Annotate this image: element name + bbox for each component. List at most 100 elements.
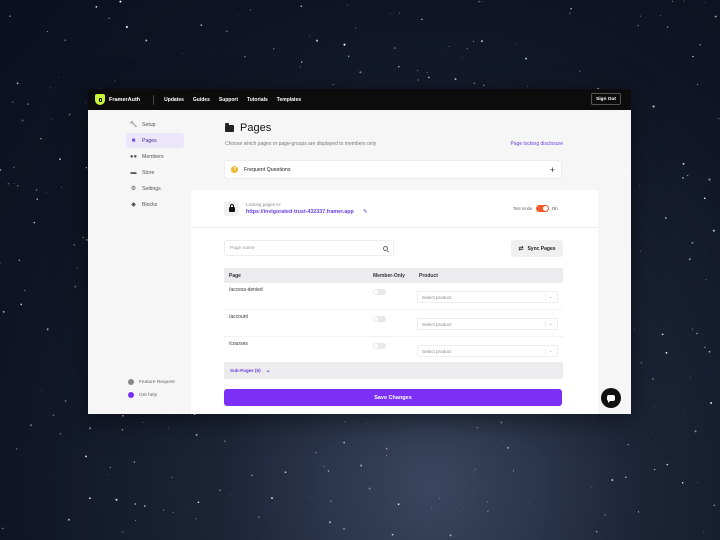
star — [64, 39, 67, 42]
star — [689, 377, 691, 379]
pencil-icon[interactable]: ✎ — [363, 209, 368, 215]
test-mode-toggle[interactable] — [536, 205, 549, 212]
star — [219, 489, 221, 491]
star — [708, 178, 711, 181]
star — [114, 80, 116, 82]
brand[interactable]: FramerAuth — [95, 94, 140, 105]
star — [664, 216, 667, 219]
star — [568, 73, 570, 75]
member-only-toggle[interactable] — [373, 316, 386, 322]
star — [692, 55, 694, 58]
star — [59, 158, 61, 161]
store-icon: ▬ — [130, 169, 137, 176]
sidebar-item-blocks[interactable]: ◆ Blocks — [126, 197, 184, 212]
search-input[interactable]: Page name — [230, 246, 383, 251]
star — [390, 12, 392, 14]
star — [121, 429, 124, 431]
star — [691, 241, 694, 244]
sidebar-item-label: Blocks — [142, 201, 158, 208]
star — [142, 421, 144, 423]
star — [300, 61, 303, 63]
star — [171, 476, 173, 479]
sidebar-item-settings[interactable]: ⚙ Settings — [126, 181, 184, 196]
chevron-down-icon: ⌄ — [265, 368, 271, 374]
test-mode-label: Test mode — [513, 206, 533, 211]
sidebar-item-members[interactable]: ●● Members — [126, 149, 184, 164]
star — [122, 531, 124, 533]
star — [478, 0, 480, 3]
page-path: /account — [229, 314, 248, 320]
star — [18, 259, 21, 262]
star — [195, 518, 197, 520]
star — [604, 514, 606, 516]
star — [273, 48, 275, 50]
nav-link-guides[interactable]: Guides — [193, 97, 210, 103]
star — [84, 102, 86, 104]
star — [300, 66, 302, 68]
nav-link-templates[interactable]: Templates — [277, 97, 301, 103]
plus-icon[interactable]: + — [550, 165, 555, 175]
locking-label: Locking pages to: — [246, 202, 282, 207]
star — [121, 19, 122, 21]
star — [704, 346, 706, 348]
star — [476, 426, 479, 429]
star — [570, 7, 572, 10]
star — [182, 53, 184, 54]
star — [359, 71, 362, 74]
chat-bubble-icon[interactable] — [601, 388, 621, 408]
star — [46, 328, 49, 331]
star — [27, 103, 30, 106]
star — [454, 78, 457, 81]
star — [385, 447, 388, 450]
star — [514, 44, 516, 46]
star — [368, 487, 371, 490]
product-select[interactable]: Select product ⌄ — [417, 345, 558, 357]
nav-link-tutorials[interactable]: Tutorials — [247, 97, 268, 103]
product-select[interactable]: Select product ⌄ — [417, 291, 558, 303]
star — [250, 9, 252, 11]
star — [502, 440, 503, 442]
locking-url-link[interactable]: https://invigorated-trust-432337.framer.… — [246, 209, 354, 215]
star — [30, 424, 33, 427]
save-changes-button[interactable]: Save Changes — [224, 389, 562, 406]
sidebar-item-label: Members — [142, 153, 164, 160]
main-content: Pages Choose which pages or page-groups … — [191, 110, 631, 414]
star — [643, 306, 645, 308]
star — [50, 86, 52, 88]
star — [639, 15, 641, 17]
sync-pages-button[interactable]: ⇄ Sync Pages — [511, 240, 563, 257]
get-help-link[interactable]: Get help — [128, 392, 157, 398]
star — [652, 105, 655, 108]
frequent-questions-accordion[interactable]: ? Frequent Questions + — [224, 160, 562, 179]
star — [500, 421, 503, 424]
sidebar-item-pages[interactable]: ■ Pages — [126, 133, 184, 148]
star — [327, 470, 330, 472]
star — [671, 0, 674, 2]
nav-link-updates[interactable]: Updates — [164, 97, 184, 103]
star — [506, 7, 508, 9]
star — [172, 511, 174, 513]
sign-out-button[interactable]: Sign Out — [591, 93, 621, 105]
page-subtitle: Choose which pages or page-groups are di… — [225, 141, 377, 147]
star — [108, 17, 110, 19]
star — [82, 118, 84, 120]
page-title-text: Pages — [240, 122, 272, 134]
star — [712, 229, 715, 232]
star — [652, 378, 654, 380]
lock-icon — [224, 201, 239, 216]
star — [487, 510, 489, 512]
sidebar-item-store[interactable]: ▬ Store — [126, 165, 184, 180]
member-only-toggle[interactable] — [373, 289, 386, 295]
star — [624, 476, 627, 479]
feature-request-link[interactable]: Feature Request — [128, 379, 175, 385]
shield-logo-icon — [95, 94, 105, 105]
product-select[interactable]: Select product ⌄ — [417, 318, 558, 330]
star — [449, 534, 452, 537]
page-locking-disclosure-link[interactable]: Page locking disclosure — [510, 141, 563, 147]
page-search[interactable]: Page name — [224, 240, 394, 256]
nav-link-support[interactable]: Support — [219, 97, 238, 103]
member-only-toggle[interactable] — [373, 343, 386, 349]
star — [397, 503, 400, 506]
sub-pages-toggle[interactable]: Sub-Pages (6) ⌄ — [224, 362, 563, 379]
sidebar-item-setup[interactable]: 🔧︎ Setup — [126, 117, 184, 132]
